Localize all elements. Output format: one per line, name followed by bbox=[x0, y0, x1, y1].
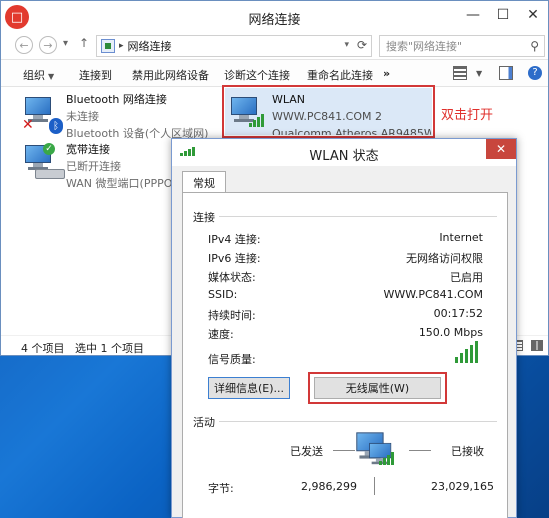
ssid-value: WWW.PC841.COM bbox=[383, 288, 484, 301]
ipv4-value: Internet bbox=[439, 231, 483, 244]
minimize-icon[interactable]: — bbox=[458, 1, 488, 29]
change-view-icon[interactable] bbox=[453, 66, 467, 80]
list-item-broadband[interactable]: ✓ 宽带连接 已断开连接 WAN 微型端口(PPPOE) bbox=[21, 141, 184, 190]
signal-bar bbox=[470, 345, 473, 363]
help-icon[interactable]: ? bbox=[528, 66, 542, 80]
up-arrow-icon[interactable]: ↑ bbox=[79, 36, 89, 50]
dialog-title: WLAN 状态 bbox=[309, 149, 379, 164]
item-name: 宽带连接 bbox=[66, 143, 110, 156]
item-status: 未连接 bbox=[66, 110, 99, 123]
address-dropdown-icon[interactable]: ▾ bbox=[344, 40, 349, 50]
large-icons-view-icon[interactable] bbox=[531, 340, 543, 351]
window-controls: — ☐ ✕ bbox=[458, 1, 548, 29]
back-icon[interactable]: ← bbox=[15, 36, 33, 54]
disconnected-x-icon: ✕ bbox=[22, 117, 34, 133]
modem-icon bbox=[35, 169, 65, 179]
forward-icon[interactable]: → bbox=[39, 36, 57, 54]
duration-value: 00:17:52 bbox=[433, 307, 483, 320]
general-panel: 连接 IPv4 连接: Internet IPv6 连接: 无网络访问权限 媒体… bbox=[182, 192, 508, 518]
speed-label: 速度: bbox=[208, 328, 234, 341]
signal-bar bbox=[475, 341, 478, 363]
organize-menu[interactable]: 组织 ▼ bbox=[23, 67, 54, 83]
connected-check-icon: ✓ bbox=[43, 143, 55, 155]
signal-bar bbox=[460, 353, 463, 363]
item-name: Bluetooth 网络连接 bbox=[66, 93, 167, 106]
connection-group-label: 连接 bbox=[193, 211, 215, 224]
item-text: 宽带连接 已断开连接 WAN 微型端口(PPPOE) bbox=[66, 141, 184, 192]
group-divider bbox=[219, 421, 497, 422]
control-panel-icon bbox=[101, 39, 115, 53]
maximize-icon[interactable]: ☐ bbox=[488, 1, 518, 29]
rename-button[interactable]: 重命名此连接 bbox=[307, 67, 373, 83]
ipv4-label: IPv4 连接: bbox=[208, 233, 261, 246]
activity-group-label: 活动 bbox=[193, 416, 215, 429]
item-device: WAN 微型端口(PPPOE) bbox=[66, 177, 184, 190]
view-dropdown-icon[interactable]: ▼ bbox=[473, 66, 482, 79]
activity-signal-icon bbox=[379, 451, 394, 465]
bluetooth-icon: ᛒ bbox=[49, 118, 63, 134]
search-icon[interactable]: ⚲ bbox=[530, 39, 539, 53]
more-commands-button[interactable]: » bbox=[383, 67, 390, 80]
ipv6-label: IPv6 连接: bbox=[208, 252, 261, 265]
dialog-title-bar[interactable]: WLAN 状态 ✕ bbox=[172, 139, 516, 166]
bytes-received: 23,029,165 bbox=[431, 480, 494, 493]
bytes-sent: 2,986,299 bbox=[301, 480, 357, 493]
bytes-label: 字节: bbox=[208, 482, 234, 495]
annotation-text: 双击打开 bbox=[441, 108, 494, 123]
duration-label: 持续时间: bbox=[208, 309, 256, 322]
search-box: ⚲ bbox=[379, 35, 545, 57]
sent-label: 已发送 bbox=[290, 445, 323, 458]
breadcrumb[interactable]: 网络连接 bbox=[128, 38, 172, 54]
diagnose-button[interactable]: 诊断这个连接 bbox=[224, 67, 290, 83]
item-status: 已断开连接 bbox=[66, 160, 121, 173]
signal-quality-label: 信号质量: bbox=[208, 353, 256, 366]
details-button[interactable]: 详细信息(E)... bbox=[208, 377, 290, 399]
ipv6-value: 无网络访问权限 bbox=[406, 252, 483, 265]
recent-dropdown-icon[interactable]: ▾ bbox=[63, 38, 68, 49]
disable-device-button[interactable]: 禁用此网络设备 bbox=[132, 67, 209, 83]
close-icon[interactable]: ✕ bbox=[518, 1, 548, 29]
search-input[interactable] bbox=[386, 39, 526, 53]
signal-quality-icon bbox=[455, 341, 478, 363]
signal-bar bbox=[465, 349, 468, 363]
dialog-close-icon[interactable]: ✕ bbox=[486, 139, 516, 159]
selected-count: 选中 1 个项目 bbox=[75, 342, 144, 355]
address-box[interactable]: ▸ 网络连接 ▾ ⟳ bbox=[96, 35, 372, 57]
breadcrumb-separator-icon[interactable]: ▸ bbox=[119, 41, 124, 51]
media-state-value: 已启用 bbox=[450, 271, 483, 284]
item-count: 4 个项目 bbox=[21, 342, 65, 355]
ssid-label: SSID: bbox=[208, 288, 238, 301]
bytes-divider bbox=[374, 477, 375, 495]
list-item-bluetooth[interactable]: ✕ ᛒ Bluetooth 网络连接 未连接 Bluetooth 设备(个人区域… bbox=[21, 91, 211, 140]
signal-bar bbox=[455, 357, 458, 363]
sent-line bbox=[333, 450, 355, 451]
received-line bbox=[409, 450, 431, 451]
media-state-label: 媒体状态: bbox=[208, 271, 256, 284]
title-bar[interactable]: □ 网络连接 — ☐ ✕ bbox=[1, 1, 548, 33]
item-text: Bluetooth 网络连接 未连接 Bluetooth 设备(个人区域网) bbox=[66, 91, 208, 142]
wireless-button-highlight bbox=[308, 372, 447, 404]
wlan-status-dialog: WLAN 状态 ✕ 常规 连接 IPv4 连接: Internet IPv6 连… bbox=[171, 138, 517, 518]
preview-pane-icon[interactable] bbox=[499, 66, 513, 80]
tab-general[interactable]: 常规 bbox=[182, 171, 226, 193]
wlan-highlight-box bbox=[222, 85, 435, 138]
command-toolbar: 组织 ▼ 连接到 禁用此网络设备 诊断这个连接 重命名此连接 » ▼ ? bbox=[1, 59, 548, 87]
organize-label: 组织 bbox=[23, 69, 45, 82]
received-label: 已接收 bbox=[451, 445, 484, 458]
address-bar-row: ← → ▾ ↑ ▸ 网络连接 ▾ ⟳ ⚲ bbox=[1, 33, 548, 59]
chevron-down-icon: ▼ bbox=[48, 72, 55, 81]
group-divider bbox=[219, 216, 497, 217]
speed-value: 150.0 Mbps bbox=[418, 326, 483, 339]
connect-to-button[interactable]: 连接到 bbox=[79, 67, 112, 83]
refresh-icon[interactable]: ⟳ bbox=[357, 38, 367, 52]
